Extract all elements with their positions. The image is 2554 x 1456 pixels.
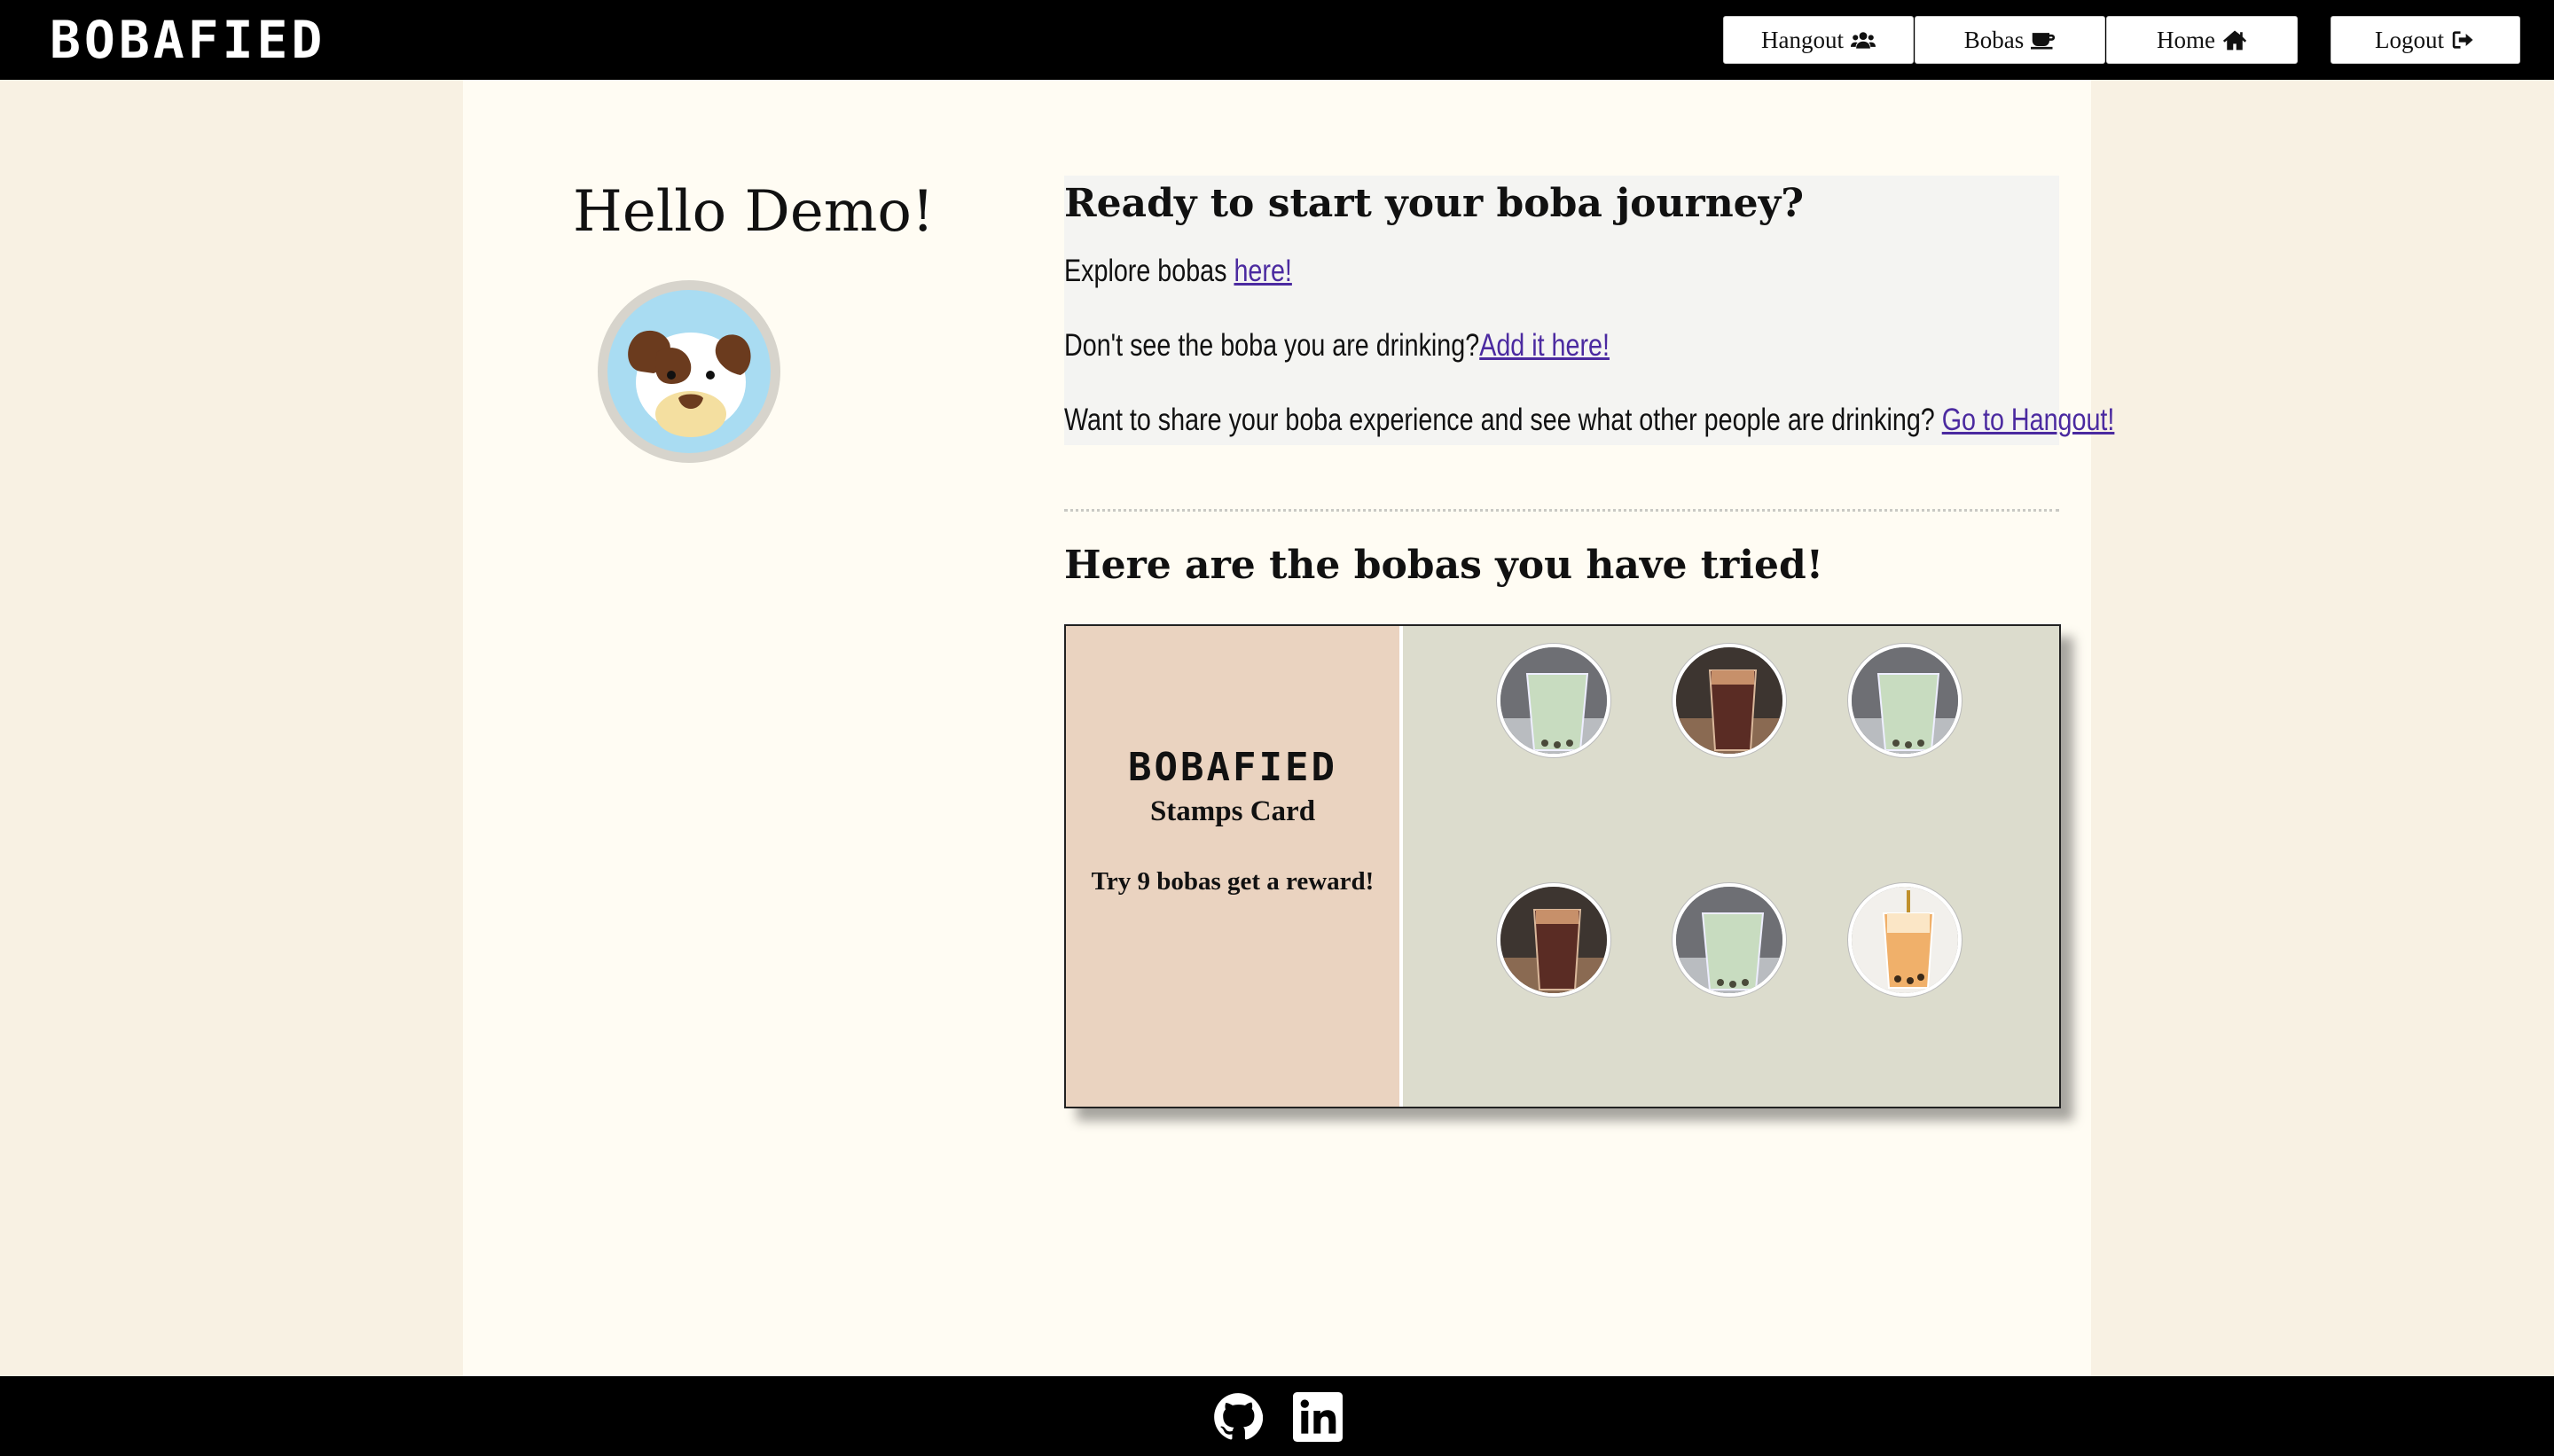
sign-out-icon bbox=[2452, 31, 2473, 49]
thai-tea-boba-icon bbox=[1852, 887, 1958, 993]
tried-heading: Here are the bobas you have tried! bbox=[1064, 543, 1824, 588]
stamp-card-subtitle: Try 9 bobas get a reward! bbox=[1091, 867, 1375, 896]
hangout-link[interactable]: Go to Hangout! bbox=[1942, 403, 2115, 437]
intro-heading: Ready to start your boba journey? bbox=[1064, 181, 1805, 226]
stamp-brown-sugar-boba[interactable] bbox=[1673, 644, 1786, 757]
nav-home-button[interactable]: Home bbox=[2106, 16, 2298, 64]
explore-link[interactable]: here! bbox=[1234, 254, 1291, 288]
stamp-brown-sugar-boba[interactable] bbox=[1497, 883, 1610, 997]
nav-hangout-label: Hangout bbox=[1761, 26, 1844, 53]
nav-bobas-button[interactable]: Bobas bbox=[1915, 16, 2105, 64]
explore-text: Explore bobas bbox=[1064, 254, 1234, 288]
hangout-text: Want to share your boba experience and s… bbox=[1064, 403, 1942, 437]
stamp-thai-tea-boba[interactable] bbox=[1848, 883, 1962, 997]
nav-logout-label: Logout bbox=[2375, 26, 2444, 53]
brown-sugar-boba-icon bbox=[1676, 647, 1782, 754]
matcha-boba-icon bbox=[1852, 647, 1958, 754]
intro-box: Ready to start your boba journey? Explor… bbox=[1064, 176, 2114, 445]
stamp-card: BOBAFIED Stamps Card Try 9 bobas get a r… bbox=[1064, 624, 2061, 1108]
add-boba-text: Don't see the boba you are drinking? bbox=[1064, 328, 1480, 363]
hangout-line: Want to share your boba experience and s… bbox=[1064, 403, 2114, 438]
matcha-boba-icon bbox=[1500, 647, 1607, 754]
dog-avatar-icon bbox=[628, 330, 751, 437]
add-boba-link[interactable]: Add it here! bbox=[1479, 328, 1610, 363]
coffee-icon bbox=[2031, 33, 2056, 50]
home-icon bbox=[2222, 30, 2247, 51]
matcha-boba-icon bbox=[1676, 887, 1782, 993]
greeting-heading: Hello Demo! bbox=[573, 179, 935, 245]
stamp-matcha-boba[interactable] bbox=[1673, 883, 1786, 997]
stamp-matcha-boba[interactable] bbox=[1497, 644, 1610, 757]
nav-logout-button[interactable]: Logout bbox=[2331, 16, 2520, 64]
stamp-grid bbox=[1403, 626, 2059, 1107]
section-divider bbox=[1064, 509, 2059, 512]
top-navbar: BOBAFIED Hangout Bobas Home Logout bbox=[0, 0, 2554, 80]
nav-home-label: Home bbox=[2157, 26, 2215, 53]
nav-bobas-label: Bobas bbox=[1963, 26, 2025, 53]
users-icon bbox=[1850, 32, 1876, 49]
site-logo[interactable]: BOBAFIED bbox=[50, 10, 326, 70]
explore-line: Explore bobas here! bbox=[1064, 254, 1292, 289]
stamp-card-info: BOBAFIED Stamps Card Try 9 bobas get a r… bbox=[1066, 626, 1403, 1107]
add-boba-line: Don't see the boba you are drinking?Add … bbox=[1064, 328, 1610, 364]
avatar bbox=[598, 280, 780, 463]
github-icon[interactable] bbox=[1213, 1392, 1263, 1442]
linkedin-icon[interactable] bbox=[1293, 1392, 1343, 1442]
main-panel: Hello Demo! Ready to start your boba jou… bbox=[463, 80, 2114, 1376]
brown-sugar-boba-icon bbox=[1500, 887, 1607, 993]
nav-hangout-button[interactable]: Hangout bbox=[1723, 16, 1914, 64]
stamp-card-title: Stamps Card bbox=[1149, 795, 1316, 827]
site-logo-text: BOBAFIED bbox=[50, 10, 326, 70]
footer bbox=[0, 1376, 2554, 1456]
stamp-card-logo: BOBAFIED bbox=[1128, 745, 1337, 790]
stamp-matcha-boba[interactable] bbox=[1848, 644, 1962, 757]
